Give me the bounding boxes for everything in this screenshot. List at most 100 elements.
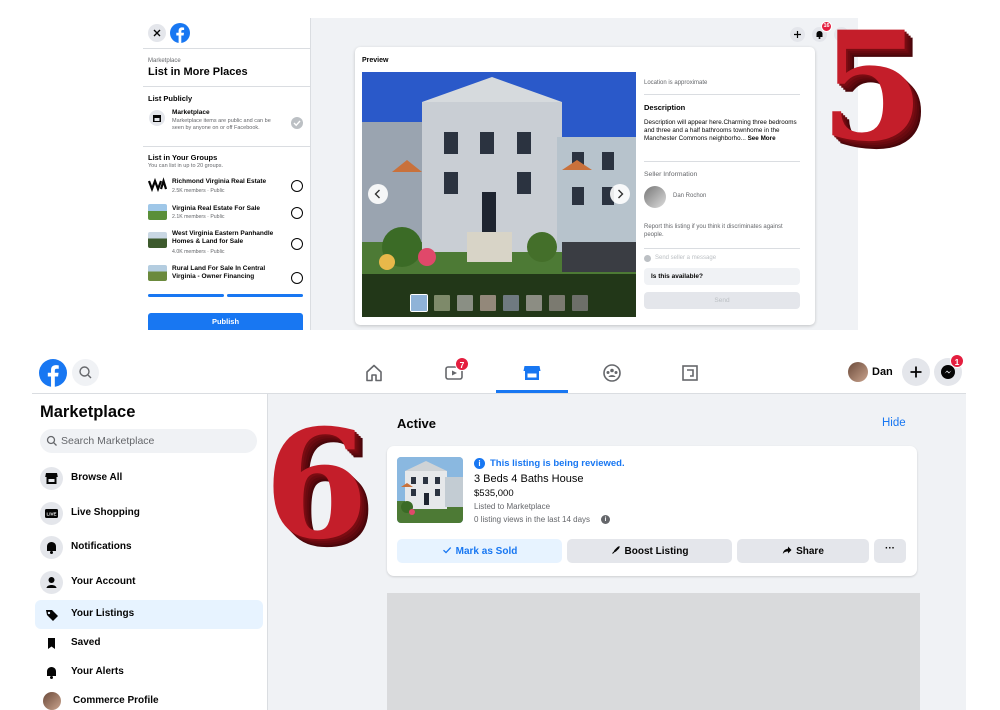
sidebar-item-saved[interactable]: Saved <box>35 629 263 658</box>
group-radio[interactable] <box>291 180 303 192</box>
send-button[interactable]: Send <box>644 292 800 309</box>
hide-link[interactable]: Hide <box>882 417 906 429</box>
groups-icon <box>603 364 621 382</box>
plus-icon <box>910 366 922 378</box>
group-name: Richmond Virginia Real Estate <box>172 178 267 185</box>
divider <box>143 86 311 87</box>
storefront-icon <box>149 110 165 126</box>
create-button[interactable] <box>902 358 930 386</box>
create-button[interactable] <box>790 27 805 42</box>
group-thumbnail <box>148 204 167 220</box>
seller-avatar[interactable] <box>644 186 666 208</box>
house-thumbnail-image <box>397 457 463 523</box>
send-message-label: Send seller a message <box>655 255 717 261</box>
next-photo-button[interactable] <box>610 184 630 204</box>
description-text: Description will appear here.Charming th… <box>644 119 804 143</box>
search-marketplace-input[interactable]: Search Marketplace <box>40 429 257 453</box>
facebook-logo[interactable] <box>170 23 190 43</box>
mark-as-sold-button[interactable]: Mark as Sold <box>397 539 562 563</box>
group-meta: 4.0K members · Public <box>172 249 225 255</box>
group-thumbnail <box>148 232 167 248</box>
groups-tab[interactable] <box>601 362 623 384</box>
share-button[interactable]: Share <box>737 539 869 563</box>
listing-views-text: 0 listing views in the last 14 days <box>474 515 591 524</box>
marketplace-tab[interactable] <box>521 362 543 384</box>
listing-price: $535,000 <box>474 488 514 499</box>
publish-button[interactable]: Publish <box>148 313 303 330</box>
step-six-screenshot: 7 Dan 1 Marketplace Search Marketplace B <box>32 350 966 710</box>
step-five-screenshot: Marketplace List in More Places List Pub… <box>143 18 858 330</box>
facebook-logo-icon <box>170 23 190 43</box>
step-number-six: 6 <box>264 397 369 573</box>
sidebar-item-browse-all[interactable]: Browse All <box>35 464 263 493</box>
listing-preview-card: Preview Location is approximate Descript… <box>355 47 815 325</box>
close-icon <box>153 29 161 37</box>
live-icon: LIVE <box>40 502 63 525</box>
chevron-left-icon <box>374 189 380 199</box>
step-number-five: 5 <box>820 0 925 175</box>
seller-name[interactable]: Dan Rochon <box>673 193 706 199</box>
report-text[interactable]: Report this listing if you think it disc… <box>644 223 804 239</box>
groups-heading: List in Your Groups <box>148 153 218 162</box>
checkmark-icon <box>293 120 301 127</box>
boost-listing-label: Boost Listing <box>624 546 689 557</box>
photo-thumbnail[interactable] <box>480 295 496 311</box>
photo-thumbnail[interactable] <box>549 295 565 311</box>
info-circle-icon[interactable]: i <box>601 515 610 524</box>
facebook-logo[interactable] <box>39 359 67 387</box>
svg-text:LIVE: LIVE <box>46 512 56 517</box>
group-thumbnail <box>148 177 167 193</box>
progress-bar <box>227 294 303 297</box>
sidebar-item-your-alerts[interactable]: Your Alerts <box>35 658 263 687</box>
divider <box>644 94 800 95</box>
previous-photo-button[interactable] <box>368 184 388 204</box>
person-icon <box>40 571 63 594</box>
facebook-logo-icon <box>39 359 67 387</box>
group-meta: 2.1K members · Public <box>172 214 225 220</box>
sidebar-item-notifications[interactable]: Notifications <box>35 533 263 562</box>
divider <box>644 248 800 249</box>
messenger-badge: 1 <box>950 354 964 368</box>
photo-thumbnail[interactable] <box>434 295 450 311</box>
group-radio[interactable] <box>291 238 303 250</box>
photo-thumbnail[interactable] <box>503 295 519 311</box>
group-radio[interactable] <box>291 207 303 219</box>
placeholder-content-block <box>387 593 920 710</box>
listing-thumbnail[interactable] <box>397 457 463 523</box>
chevron-right-icon <box>618 189 624 199</box>
search-button[interactable] <box>72 359 99 386</box>
boost-listing-button[interactable]: Boost Listing <box>567 539 732 563</box>
sidebar-item-commerce-profile[interactable]: Commerce Profile <box>35 687 263 710</box>
sidebar-item-your-listings[interactable]: Your Listings <box>35 600 263 629</box>
sidebar-item-live-shopping[interactable]: LIVE Live Shopping <box>35 499 263 528</box>
breadcrumb: Marketplace <box>148 58 181 64</box>
bell-alert-icon <box>40 661 63 684</box>
close-button[interactable] <box>148 24 166 42</box>
group-thumbnail <box>148 265 167 281</box>
marketplace-option-name: Marketplace <box>172 109 210 116</box>
home-tab[interactable] <box>363 362 385 384</box>
share-arrow-icon <box>782 546 792 554</box>
user-avatar[interactable] <box>848 362 868 382</box>
photo-thumbnail[interactable] <box>457 295 473 311</box>
marketplace-checkbox[interactable] <box>291 117 303 129</box>
seller-heading: Seller Information <box>644 171 698 178</box>
sidebar-item-your-account[interactable]: Your Account <box>35 568 263 597</box>
divider <box>143 146 311 147</box>
avatar-icon <box>43 692 61 710</box>
photo-thumbnail[interactable] <box>572 295 588 311</box>
photo-thumbnail-strip <box>362 274 636 317</box>
more-options-button[interactable]: ··· <box>874 539 906 563</box>
user-name[interactable]: Dan <box>872 366 893 378</box>
progress-bar <box>148 294 224 297</box>
gaming-tab[interactable] <box>679 362 701 384</box>
photo-thumbnail[interactable] <box>410 294 428 312</box>
see-more-link[interactable]: See More <box>748 135 776 142</box>
photo-thumbnail[interactable] <box>526 295 542 311</box>
group-radio[interactable] <box>291 272 303 284</box>
more-options-label: ··· <box>885 543 895 554</box>
search-icon <box>79 366 92 379</box>
listing-title[interactable]: 3 Beds 4 Baths House <box>474 473 583 485</box>
message-input[interactable]: Is this available? <box>644 268 800 285</box>
tag-icon <box>40 603 63 626</box>
